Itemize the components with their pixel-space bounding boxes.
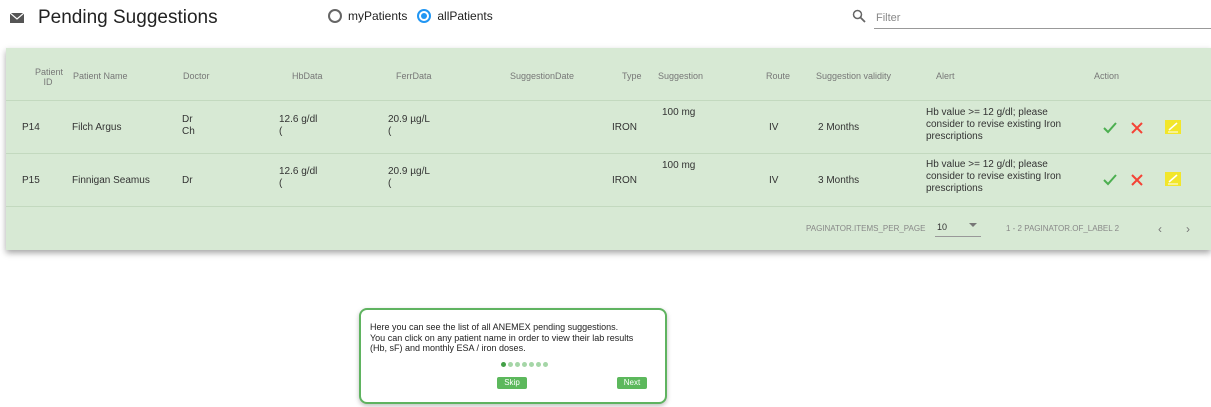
cell-doctor: Dr Ch bbox=[182, 114, 195, 138]
close-icon[interactable] bbox=[1131, 122, 1143, 134]
next-page-button[interactable]: › bbox=[1186, 222, 1190, 236]
column-header-suggestion-date[interactable]: SuggestionDate bbox=[510, 71, 574, 81]
cell-ferrdata: 20.9 µg/L ( bbox=[388, 114, 430, 138]
cell-ferrdata-line1: 20.9 µg/L bbox=[388, 166, 430, 177]
cell-alert-line2: consider to revise existing Iron bbox=[926, 171, 1062, 182]
items-per-page-label: PAGINATOR.ITEMS_PER_PAGE bbox=[806, 224, 926, 233]
cell-ferrdata: 20.9 µg/L ( bbox=[388, 166, 430, 190]
next-button[interactable]: Next bbox=[617, 377, 647, 389]
radio-all-patients[interactable]: allPatients bbox=[417, 9, 493, 23]
close-icon[interactable] bbox=[1131, 174, 1143, 186]
cell-patient-name[interactable]: Filch Argus bbox=[72, 122, 121, 134]
tour-text: Here you can see the list of all ANEMEX … bbox=[370, 322, 665, 354]
cell-type: IRON bbox=[612, 122, 637, 133]
column-header-type[interactable]: Type bbox=[622, 71, 642, 81]
check-icon[interactable] bbox=[1103, 121, 1117, 135]
cell-alert-line1: Hb value >= 12 g/dl; please bbox=[926, 159, 1048, 170]
radio-all-patients-label: allPatients bbox=[437, 9, 493, 23]
tour-text-line1: Here you can see the list of all ANEMEX … bbox=[370, 322, 619, 332]
previous-page-button[interactable]: ‹ bbox=[1158, 222, 1162, 236]
column-header-validity[interactable]: Suggestion validity bbox=[816, 71, 891, 81]
cell-ferrdata-line1: 20.9 µg/L bbox=[388, 114, 430, 125]
cell-alert: Hb value >= 12 g/dl; please consider to … bbox=[926, 159, 1061, 195]
tour-text-line2: You can click on any patient name in ord… bbox=[370, 332, 634, 343]
cell-alert: Hb value >= 12 g/dl; please consider to … bbox=[926, 107, 1061, 143]
row-divider bbox=[6, 100, 1211, 101]
tour-step-dot[interactable] bbox=[522, 362, 527, 367]
cell-route: IV bbox=[769, 175, 779, 186]
items-per-page-value: 10 bbox=[937, 222, 948, 232]
cell-validity: 2 Months bbox=[818, 122, 860, 133]
column-header-route[interactable]: Route bbox=[766, 71, 790, 81]
radio-checked-icon[interactable] bbox=[417, 9, 432, 23]
tour-step-dot[interactable] bbox=[515, 362, 520, 367]
patient-scope-radio-group: myPatients allPatients bbox=[328, 9, 503, 23]
cell-hbdata-line1: 12.6 g/dl bbox=[279, 166, 318, 177]
cell-suggestion: 100 mg bbox=[662, 160, 696, 171]
chevron-left-icon: ‹ bbox=[1158, 222, 1162, 236]
tour-text-line3: (Hb, sF) and monthly ESA / iron doses. bbox=[370, 343, 526, 353]
column-header-alert[interactable]: Alert bbox=[936, 71, 955, 81]
column-header-patient-id-line1: Patient bbox=[35, 67, 64, 77]
cell-alert-line1: Hb value >= 12 g/dl; please bbox=[926, 107, 1048, 118]
skip-button[interactable]: Skip bbox=[497, 377, 527, 389]
cell-doctor-line1: Dr bbox=[182, 114, 193, 125]
suggestions-table: Patient ID Patient Name Doctor HbData Fe… bbox=[6, 48, 1211, 250]
cell-validity: 3 Months bbox=[818, 175, 860, 186]
search-icon bbox=[852, 9, 866, 23]
tour-step-indicator bbox=[501, 362, 550, 367]
cell-alert-line3: prescriptions bbox=[926, 131, 983, 142]
cell-type: IRON bbox=[612, 175, 637, 186]
tour-step-dot[interactable] bbox=[543, 362, 548, 367]
edit-icon[interactable] bbox=[1165, 120, 1181, 134]
row-divider bbox=[6, 153, 1211, 154]
tour-step-dot[interactable] bbox=[501, 362, 506, 367]
cell-route: IV bbox=[769, 122, 779, 133]
filter-input[interactable] bbox=[874, 8, 1211, 29]
column-header-action: Action bbox=[1094, 71, 1120, 81]
items-per-page-select[interactable]: 10 bbox=[935, 220, 981, 237]
cell-hbdata-line2: ( bbox=[279, 126, 283, 137]
cell-hbdata-line2: ( bbox=[279, 178, 283, 189]
cell-ferrdata-line2: ( bbox=[388, 178, 392, 189]
tour-step-dot[interactable] bbox=[508, 362, 513, 367]
tour-step-dot[interactable] bbox=[536, 362, 541, 367]
tour-step-dot[interactable] bbox=[529, 362, 534, 367]
cell-ferrdata-line2: ( bbox=[388, 126, 392, 137]
column-header-ferrdata[interactable]: FerrData bbox=[396, 71, 432, 81]
cell-doctor-line2: Ch bbox=[182, 126, 195, 137]
edit-icon[interactable] bbox=[1165, 172, 1181, 186]
cell-patient-name[interactable]: Finnigan Seamus bbox=[72, 175, 150, 187]
check-icon[interactable] bbox=[1103, 173, 1117, 187]
cell-alert-line2: consider to revise existing Iron bbox=[926, 119, 1062, 130]
cell-alert-line3: prescriptions bbox=[926, 183, 983, 194]
radio-unchecked-icon[interactable] bbox=[328, 9, 342, 23]
cell-hbdata-line1: 12.6 g/dl bbox=[279, 114, 318, 125]
cell-suggestion: 100 mg bbox=[662, 107, 696, 118]
tour-popup: Here you can see the list of all ANEMEX … bbox=[359, 308, 667, 404]
column-header-doctor[interactable]: Doctor bbox=[183, 71, 210, 81]
radio-my-patients-label: myPatients bbox=[348, 9, 408, 23]
cell-patient-id: P15 bbox=[22, 175, 40, 186]
cell-hbdata: 12.6 g/dl ( bbox=[279, 114, 317, 138]
mail-icon bbox=[10, 12, 24, 23]
page-range-label: 1 - 2 PAGINATOR.OF_LABEL 2 bbox=[1006, 224, 1120, 233]
column-header-hbdata[interactable]: HbData bbox=[292, 71, 323, 81]
column-header-suggestion[interactable]: Suggestion bbox=[658, 71, 703, 81]
cell-hbdata: 12.6 g/dl ( bbox=[279, 166, 317, 190]
row-divider bbox=[6, 206, 1211, 207]
radio-my-patients[interactable]: myPatients bbox=[328, 9, 407, 23]
cell-patient-id: P14 bbox=[22, 122, 40, 133]
page-header: Pending Suggestions myPatients allPatien… bbox=[0, 0, 1211, 40]
cell-doctor-line1: Dr bbox=[182, 175, 193, 186]
cell-doctor: Dr bbox=[182, 175, 193, 187]
column-header-patient-id: Patient ID bbox=[35, 67, 64, 87]
column-header-patient-name[interactable]: Patient Name bbox=[73, 71, 128, 81]
chevron-down-icon bbox=[969, 223, 977, 227]
column-header-patient-id-line2: ID bbox=[43, 77, 53, 87]
page-title: Pending Suggestions bbox=[38, 7, 218, 28]
chevron-right-icon: › bbox=[1186, 222, 1190, 236]
